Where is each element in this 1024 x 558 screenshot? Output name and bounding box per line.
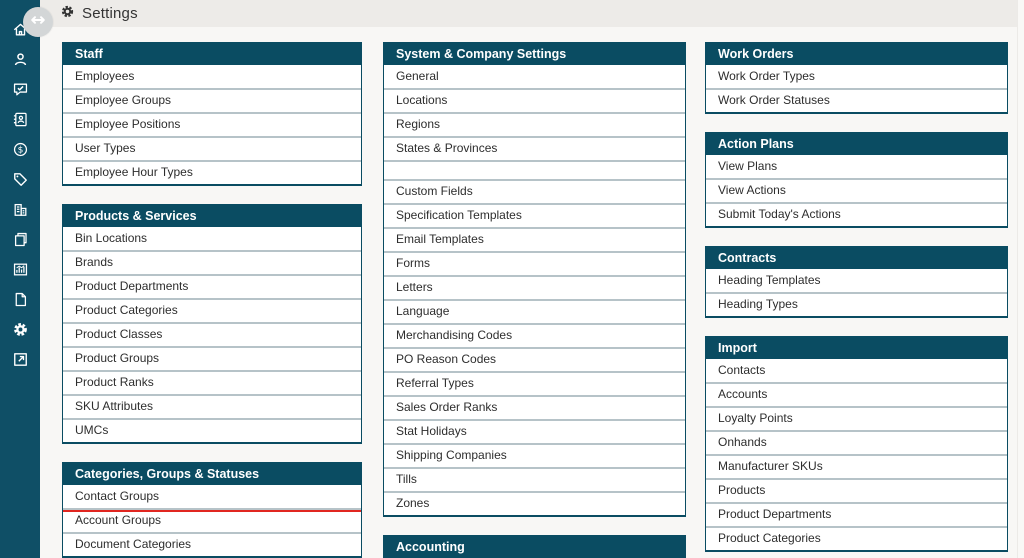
page-header: Settings — [40, 0, 1017, 27]
panel-title: Import — [706, 337, 1007, 359]
settings-link-work-order-statuses[interactable]: Work Order Statuses — [706, 88, 1007, 112]
settings-link-manufacturer-skus[interactable]: Manufacturer SKUs — [706, 454, 1007, 478]
settings-link-contacts[interactable]: Contacts — [706, 359, 1007, 382]
settings-column-left: Staff Employees Employee Groups Employee Po… — [62, 42, 362, 558]
settings-link-letters[interactable]: Letters — [384, 275, 685, 299]
settings-link-tills[interactable]: Tills — [384, 467, 685, 491]
messages-icon[interactable] — [12, 81, 29, 98]
settings-icon[interactable] — [12, 321, 29, 338]
horizontal-arrows-icon — [30, 12, 46, 33]
panel-staff: Staff Employees Employee Groups Employee Po… — [62, 42, 362, 186]
panel-title: Accounting — [384, 536, 685, 558]
settings-link-forms[interactable]: Forms — [384, 251, 685, 275]
panel-action-plans: Action Plans View Plans View Actions Submit… — [705, 132, 1008, 228]
settings-link-heading-templates[interactable]: Heading Templates — [706, 269, 1007, 292]
address-book-icon[interactable] — [12, 111, 29, 128]
settings-link-employee-hour-types[interactable]: Employee Hour Types — [63, 160, 361, 184]
spacer-row — [384, 160, 685, 179]
payments-icon[interactable]: $ — [12, 141, 29, 158]
panel-work-orders: Work Orders Work Order Types Work Order St… — [705, 42, 1008, 114]
settings-link-locations[interactable]: Locations — [384, 88, 685, 112]
settings-link-sku-attributes[interactable]: SKU Attributes — [63, 394, 361, 418]
contacts-icon[interactable] — [12, 51, 29, 68]
settings-link-user-types[interactable]: User Types — [63, 136, 361, 160]
panel-import: Import Contacts Accounts Loyalty Points Onha… — [705, 336, 1008, 552]
panel-title: Products & Services — [63, 205, 361, 227]
settings-link-onhands[interactable]: Onhands — [706, 430, 1007, 454]
gear-icon — [60, 4, 75, 24]
settings-link-accounts[interactable]: Accounts — [706, 382, 1007, 406]
settings-link-bin-locations[interactable]: Bin Locations — [63, 227, 361, 250]
settings-link-account-groups[interactable]: Account Groups — [63, 508, 361, 532]
scrollbar-track[interactable] — [1017, 0, 1024, 558]
panel-categories-groups-statuses: Categories, Groups & Statuses Contact Gro… — [62, 462, 362, 558]
settings-link-contact-groups[interactable]: Contact Groups — [63, 485, 361, 508]
panel-products-services: Products & Services Bin Locations Brands Pr… — [62, 204, 362, 444]
settings-link-submit-today-s-actions[interactable]: Submit Today's Actions — [706, 202, 1007, 226]
settings-link-employee-groups[interactable]: Employee Groups — [63, 88, 361, 112]
files-icon[interactable] — [12, 291, 29, 308]
settings-link-stat-holidays[interactable]: Stat Holidays — [384, 419, 685, 443]
settings-link-product-departments[interactable]: Product Departments — [706, 502, 1007, 526]
reports-icon[interactable] — [12, 261, 29, 278]
panel-title: Contracts — [706, 247, 1007, 269]
sidebar-nav-rail: $ — [0, 0, 40, 558]
settings-link-heading-types[interactable]: Heading Types — [706, 292, 1007, 316]
settings-link-states-provinces[interactable]: States & Provinces — [384, 136, 685, 160]
settings-link-view-actions[interactable]: View Actions — [706, 178, 1007, 202]
settings-link-products[interactable]: Products — [706, 478, 1007, 502]
settings-link-referral-types[interactable]: Referral Types — [384, 371, 685, 395]
company-icon[interactable] — [12, 201, 29, 218]
documents-icon[interactable] — [12, 231, 29, 248]
settings-column-right: Work Orders Work Order Types Work Order St… — [705, 42, 1008, 558]
settings-link-employee-positions[interactable]: Employee Positions — [63, 112, 361, 136]
panel-title: Categories, Groups & Statuses — [63, 463, 361, 485]
settings-link-brands[interactable]: Brands — [63, 250, 361, 274]
settings-link-specification-templates[interactable]: Specification Templates — [384, 203, 685, 227]
settings-column-middle: System & Company Settings General Location… — [383, 42, 686, 558]
settings-link-email-templates[interactable]: Email Templates — [384, 227, 685, 251]
panel-title: Action Plans — [706, 133, 1007, 155]
settings-link-document-categories[interactable]: Document Categories — [63, 532, 361, 556]
svg-text:$: $ — [17, 145, 23, 155]
settings-link-product-classes[interactable]: Product Classes — [63, 322, 361, 346]
settings-link-product-groups[interactable]: Product Groups — [63, 346, 361, 370]
settings-link-merchandising-codes[interactable]: Merchandising Codes — [384, 323, 685, 347]
settings-link-regions[interactable]: Regions — [384, 112, 685, 136]
settings-link-custom-fields[interactable]: Custom Fields — [384, 179, 685, 203]
settings-link-language[interactable]: Language — [384, 299, 685, 323]
settings-link-employees[interactable]: Employees — [63, 65, 361, 88]
settings-link-product-categories[interactable]: Product Categories — [63, 298, 361, 322]
sidebar-collapse-toggle[interactable] — [23, 7, 53, 37]
settings-link-general[interactable]: General — [384, 65, 685, 88]
highlight-box — [63, 510, 361, 532]
page-title: Settings — [82, 5, 138, 22]
settings-link-zones[interactable]: Zones — [384, 491, 685, 515]
launch-icon[interactable] — [12, 351, 29, 368]
panel-accounting: Accounting — [383, 535, 686, 558]
panel-contracts: Contracts Heading Templates Heading Types — [705, 246, 1008, 318]
settings-link-product-departments[interactable]: Product Departments — [63, 274, 361, 298]
settings-link-product-ranks[interactable]: Product Ranks — [63, 370, 361, 394]
settings-link-work-order-types[interactable]: Work Order Types — [706, 65, 1007, 88]
settings-link-umcs[interactable]: UMCs — [63, 418, 361, 442]
settings-link-po-reason-codes[interactable]: PO Reason Codes — [384, 347, 685, 371]
settings-link-loyalty-points[interactable]: Loyalty Points — [706, 406, 1007, 430]
settings-link-product-categories[interactable]: Product Categories — [706, 526, 1007, 550]
settings-link-view-plans[interactable]: View Plans — [706, 155, 1007, 178]
panel-system-company-settings: System & Company Settings General Location… — [383, 42, 686, 517]
settings-link-shipping-companies[interactable]: Shipping Companies — [384, 443, 685, 467]
panel-title: System & Company Settings — [384, 43, 685, 65]
panel-title: Staff — [63, 43, 361, 65]
settings-link-sales-order-ranks[interactable]: Sales Order Ranks — [384, 395, 685, 419]
tags-icon[interactable] — [12, 171, 29, 188]
panel-title: Work Orders — [706, 43, 1007, 65]
